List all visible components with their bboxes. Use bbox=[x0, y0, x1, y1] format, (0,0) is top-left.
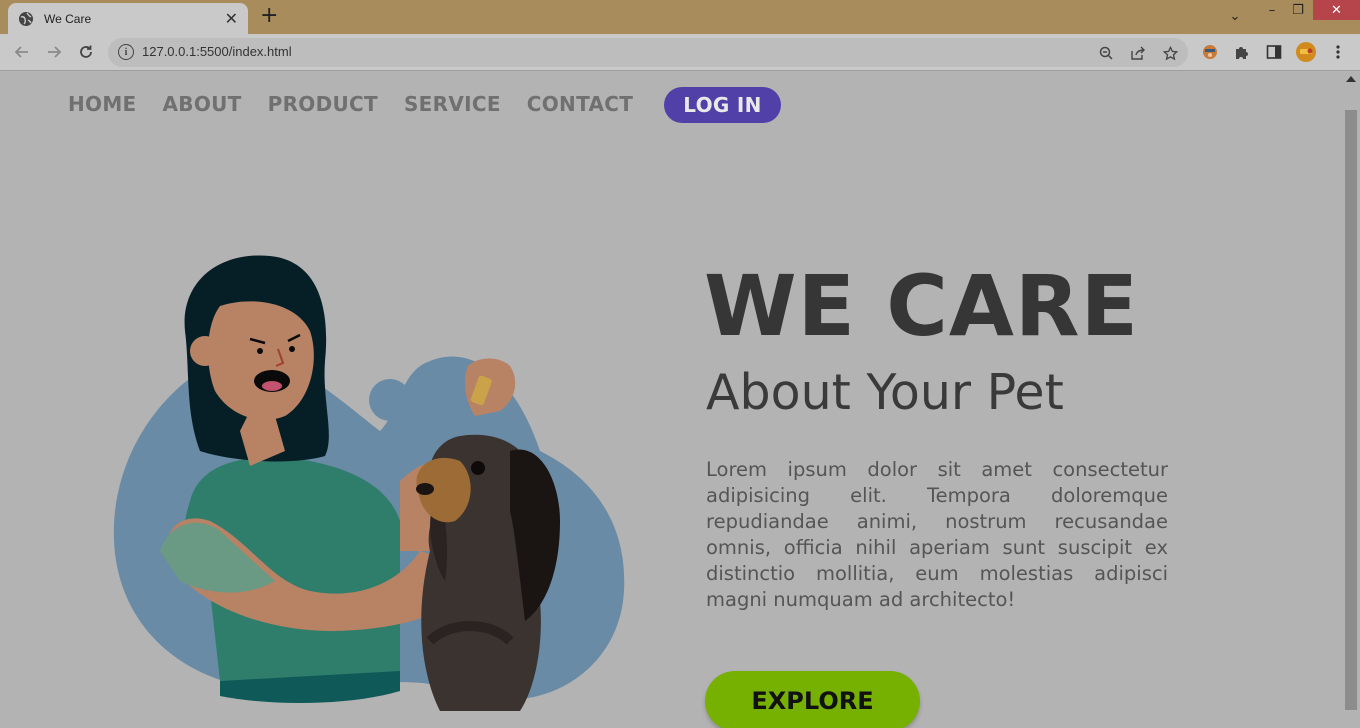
star-icon[interactable] bbox=[1160, 43, 1180, 63]
tab-search-chevron-icon[interactable]: ⌄ bbox=[1224, 6, 1246, 26]
scroll-up-arrow-icon[interactable] bbox=[1346, 76, 1356, 82]
scroll-thumb[interactable] bbox=[1345, 110, 1357, 710]
back-arrow-icon[interactable] bbox=[12, 42, 32, 62]
menu-icon[interactable] bbox=[1328, 42, 1348, 62]
reload-icon[interactable] bbox=[76, 42, 96, 62]
browser-titlebar: We Care ✕ + ⌄ – ❐ ✕ bbox=[0, 0, 1360, 34]
explore-button[interactable]: EXPLORE bbox=[705, 671, 920, 728]
nav-product[interactable]: PRODUCT bbox=[268, 92, 378, 116]
url-text[interactable]: 127.0.0.1:5500/index.html bbox=[142, 44, 292, 59]
nav-about[interactable]: ABOUT bbox=[163, 92, 242, 116]
login-button[interactable]: LOG IN bbox=[664, 87, 781, 123]
nav-service[interactable]: SERVICE bbox=[404, 92, 501, 116]
puzzle-icon[interactable] bbox=[1232, 42, 1252, 62]
woman-dog-illustration bbox=[113, 255, 625, 711]
web-page: HOME ABOUT PRODUCT SERVICE CONTACT LOG I… bbox=[0, 71, 1342, 728]
forward-arrow-icon[interactable] bbox=[44, 42, 64, 62]
site-info-icon[interactable]: i bbox=[118, 44, 134, 60]
main-nav: HOME ABOUT PRODUCT SERVICE CONTACT bbox=[68, 92, 659, 116]
side-panel-icon[interactable] bbox=[1264, 42, 1284, 62]
address-bar[interactable]: i 127.0.0.1:5500/index.html bbox=[108, 38, 1188, 67]
browser-tab[interactable]: We Care ✕ bbox=[8, 3, 248, 34]
profile-avatar[interactable] bbox=[1296, 42, 1316, 62]
tab-close-icon[interactable]: ✕ bbox=[225, 10, 238, 27]
extension-avatar-icon[interactable] bbox=[1200, 42, 1220, 62]
hero-subtitle: About Your Pet bbox=[706, 364, 1064, 421]
browser-toolbar: i 127.0.0.1:5500/index.html bbox=[0, 34, 1360, 71]
window-close-button[interactable]: ✕ bbox=[1313, 0, 1360, 20]
hero-description: Lorem ipsum dolor sit amet consectetur a… bbox=[706, 458, 1168, 611]
tab-title: We Care bbox=[44, 11, 92, 26]
window-minimize-button[interactable]: – bbox=[1262, 0, 1282, 20]
hero-title: WE CARE bbox=[704, 257, 1139, 355]
nav-home[interactable]: HOME bbox=[68, 92, 137, 116]
window-restore-button[interactable]: ❐ bbox=[1288, 0, 1308, 20]
nav-contact[interactable]: CONTACT bbox=[527, 92, 633, 116]
share-icon[interactable] bbox=[1128, 43, 1148, 63]
zoom-icon[interactable] bbox=[1096, 43, 1116, 63]
new-tab-button[interactable]: + bbox=[260, 5, 278, 27]
globe-icon bbox=[19, 11, 33, 26]
